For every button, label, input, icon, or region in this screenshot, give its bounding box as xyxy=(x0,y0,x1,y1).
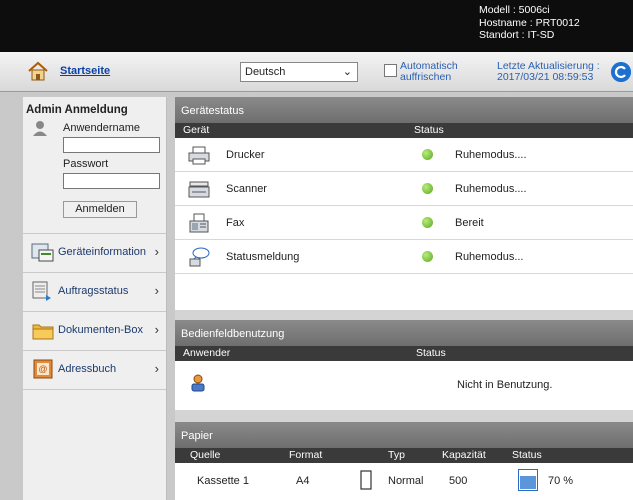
col-user: Anwender xyxy=(183,347,231,359)
panel-gap xyxy=(175,310,633,320)
device-row-scanner[interactable]: Scanner Ruhemodus.... xyxy=(175,172,633,206)
job-status-icon xyxy=(32,281,51,301)
col-source: Quelle xyxy=(190,449,221,461)
status-ok-icon xyxy=(422,251,433,262)
status-ok-icon xyxy=(422,149,433,160)
last-update: Letzte Aktualisierung : 2017/03/21 08:59… xyxy=(497,61,600,83)
user-icon xyxy=(191,374,205,392)
scanner-icon xyxy=(188,181,210,198)
paper-type: Normal xyxy=(388,475,424,487)
panel-usage-status: Nicht in Benutzung. xyxy=(457,379,553,391)
paper-sheet-icon xyxy=(360,470,372,490)
paper-level-gauge xyxy=(518,469,538,491)
auto-refresh-checkbox[interactable] xyxy=(384,64,397,77)
sidebar-item-address-book[interactable]: @ Adressbuch › xyxy=(23,350,166,388)
device-name: Fax xyxy=(226,217,245,229)
status-message-icon xyxy=(189,247,210,267)
chevron-right-icon: › xyxy=(154,244,159,259)
document-box-icon xyxy=(32,324,54,340)
col-format: Format xyxy=(289,449,323,461)
panel-usage-title: Bedienfeldbenutzung xyxy=(175,320,633,346)
device-status: Bereit xyxy=(455,217,484,229)
toolbar: Startseite Deutsch ⌄ Automatisch auffris… xyxy=(0,52,633,92)
panel-usage-header: Anwender Status xyxy=(175,346,633,361)
col-capacity: Kapazität xyxy=(442,449,486,461)
paper-capacity: 500 xyxy=(449,475,468,487)
last-update-time: 2017/03/21 08:59:53 xyxy=(497,71,594,83)
sidebar: Admin Anmeldung Anwendername Passwort An… xyxy=(23,97,167,500)
admin-login-title: Admin Anmeldung xyxy=(26,104,128,116)
auto-refresh-line2: auffrischen xyxy=(400,71,452,83)
home-icon[interactable] xyxy=(27,60,49,82)
paper-format: A4 xyxy=(296,475,310,487)
sidebar-item-label: Auftragsstatus xyxy=(58,285,129,297)
col-status: Status xyxy=(416,347,446,359)
sidebar-item-device-info[interactable]: Geräteinformation › xyxy=(23,233,166,271)
col-status: Status xyxy=(512,449,542,461)
sidebar-item-document-box[interactable]: Dokumenten-Box › xyxy=(23,311,166,349)
refresh-icon[interactable] xyxy=(611,62,631,82)
col-status: Status xyxy=(414,124,444,136)
status-ok-icon xyxy=(422,217,433,228)
language-value: Deutsch xyxy=(245,66,286,78)
paper-source: Kassette 1 xyxy=(197,475,249,487)
sidebar-item-label: Adressbuch xyxy=(58,363,117,375)
paper-status: 70 % xyxy=(548,475,574,487)
chevron-right-icon: › xyxy=(154,322,159,337)
svg-text:@: @ xyxy=(38,364,47,374)
location-text: Standort : IT-SD xyxy=(479,29,555,41)
paper-level-fill xyxy=(520,476,536,489)
device-status-header: Gerät Status xyxy=(175,123,633,138)
address-book-icon: @ xyxy=(33,359,53,379)
password-label: Passwort xyxy=(63,158,109,170)
device-row-status-message[interactable]: Statusmeldung Ruhemodus... xyxy=(175,240,633,274)
device-status: Ruhemodus.... xyxy=(455,149,527,161)
chevron-right-icon: › xyxy=(154,283,159,298)
chevron-right-icon: › xyxy=(154,361,159,376)
device-status: Ruhemodus.... xyxy=(455,183,527,195)
printer-icon xyxy=(188,146,210,165)
user-icon xyxy=(33,121,47,136)
sidebar-item-label: Dokumenten-Box xyxy=(58,324,143,336)
device-status: Ruhemodus... xyxy=(455,251,524,263)
device-row-printer[interactable]: Drucker Ruhemodus.... xyxy=(175,138,633,172)
fax-icon xyxy=(189,213,209,233)
hostname-text: Hostname : PRT0012 xyxy=(479,16,580,29)
device-name: Scanner xyxy=(226,183,267,195)
col-device: Gerät xyxy=(183,124,210,136)
panel-usage-row: Nicht in Benutzung. xyxy=(175,361,633,410)
device-name: Statusmeldung xyxy=(226,251,300,263)
chevron-down-icon: ⌄ xyxy=(342,66,352,78)
username-label: Anwendername xyxy=(63,122,141,134)
paper-row: Kassette 1 A4 Normal 500 70 % xyxy=(175,463,633,500)
panel-gap xyxy=(175,410,633,422)
login-button[interactable]: Anmelden xyxy=(63,201,137,218)
device-status-panel: Gerätestatus Gerät Status Drucker Ruhemo… xyxy=(175,97,633,310)
sidebar-divider xyxy=(23,389,166,390)
paper-header: Quelle Format Typ Kapazität Status xyxy=(175,448,633,463)
device-status-title: Gerätestatus xyxy=(175,97,633,123)
device-info: Modell : 5006ci Hostname : PRT0012 Stand… xyxy=(479,4,580,42)
paper-title: Papier xyxy=(175,422,633,448)
device-row-fax[interactable]: Fax Bereit xyxy=(175,206,633,240)
paper-panel: Papier Quelle Format Typ Kapazität Statu… xyxy=(175,422,633,500)
auto-refresh-label: Automatisch auffrischen xyxy=(400,61,458,83)
password-field[interactable] xyxy=(63,173,160,189)
col-type: Typ xyxy=(388,449,405,461)
language-select[interactable]: Deutsch ⌄ xyxy=(240,62,358,82)
sidebar-item-job-status[interactable]: Auftragsstatus › xyxy=(23,272,166,310)
home-link[interactable]: Startseite xyxy=(60,65,110,77)
top-header: Modell : 5006ci Hostname : PRT0012 Stand… xyxy=(0,0,633,52)
sidebar-item-label: Geräteinformation xyxy=(58,246,147,258)
device-name: Drucker xyxy=(226,149,265,161)
model-text: Modell : 5006ci xyxy=(479,4,550,16)
username-field[interactable] xyxy=(63,137,160,153)
panel-usage-panel: Bedienfeldbenutzung Anwender Status Nich… xyxy=(175,320,633,410)
device-info-icon xyxy=(31,243,54,262)
status-ok-icon xyxy=(422,183,433,194)
